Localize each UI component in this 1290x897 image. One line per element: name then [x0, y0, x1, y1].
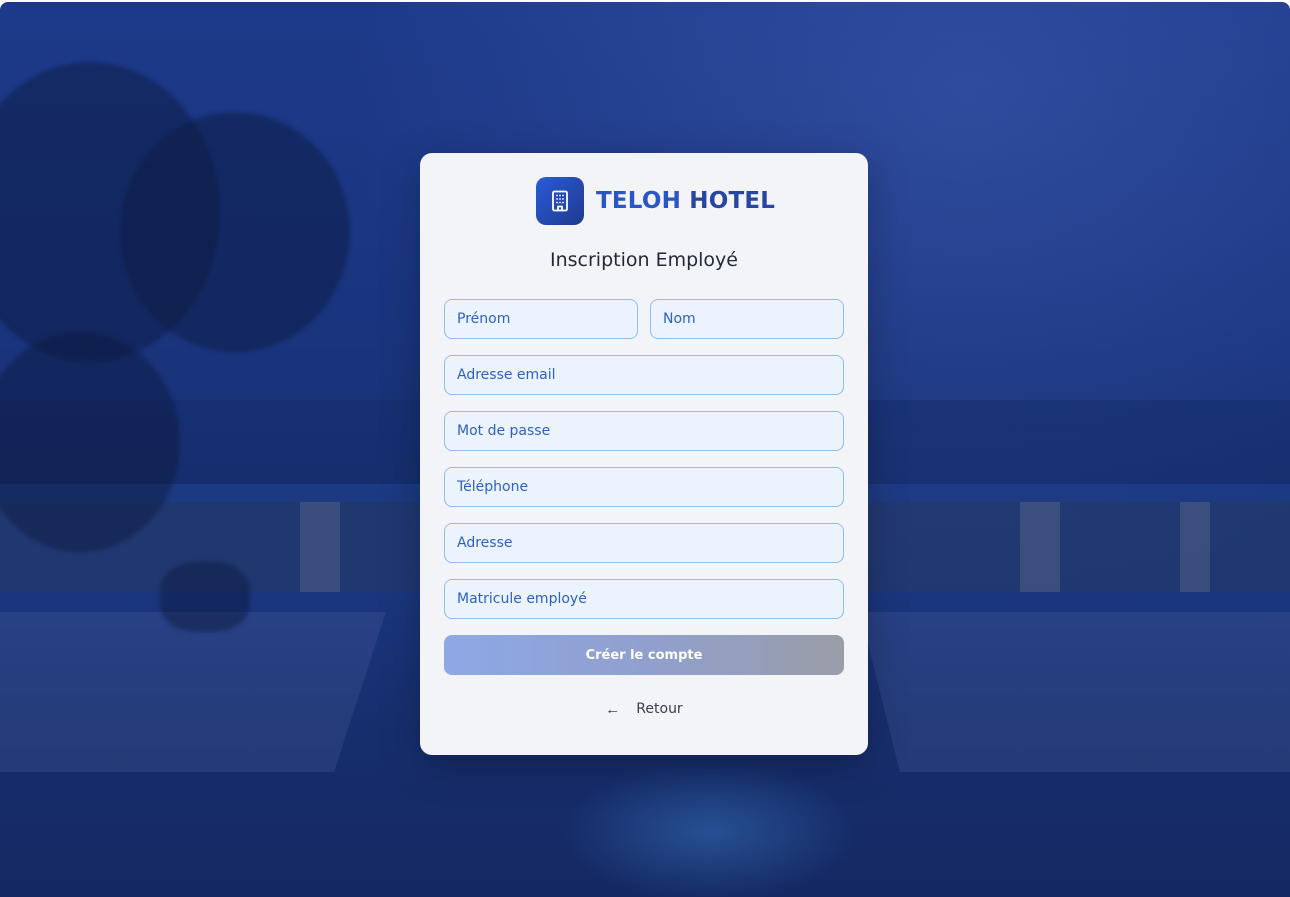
- pool-glow: [560, 762, 860, 897]
- brand-name: TELOH HOTEL: [596, 188, 775, 214]
- brand-name-part2: HOTEL: [689, 188, 776, 214]
- password-field[interactable]: [444, 411, 844, 451]
- brand-header: TELOH HOTEL: [536, 177, 775, 225]
- employee-id-field[interactable]: [444, 579, 844, 619]
- create-account-button[interactable]: Créer le compte: [444, 635, 844, 675]
- signup-card: TELOH HOTEL Inscription Employé Créer le…: [420, 153, 868, 755]
- plant-pot: [160, 562, 250, 632]
- building-icon: [552, 190, 568, 212]
- arrow-left-icon: ←: [605, 700, 621, 718]
- pool-deck: [0, 612, 386, 772]
- page-title: Inscription Employé: [550, 249, 738, 271]
- pillar: [1180, 502, 1210, 592]
- tree-foliage: [120, 112, 350, 352]
- brand-name-part1: TELOH: [596, 188, 682, 214]
- pillar: [1020, 502, 1060, 592]
- phone-field[interactable]: [444, 467, 844, 507]
- pillar: [300, 502, 340, 592]
- pool-deck: [860, 612, 1290, 772]
- last-name-field[interactable]: [650, 299, 844, 339]
- email-field[interactable]: [444, 355, 844, 395]
- address-field[interactable]: [444, 523, 844, 563]
- back-link-label: Retour: [636, 701, 683, 717]
- back-link[interactable]: ← Retour: [420, 701, 868, 717]
- first-name-field[interactable]: [444, 299, 638, 339]
- logo: [536, 177, 584, 225]
